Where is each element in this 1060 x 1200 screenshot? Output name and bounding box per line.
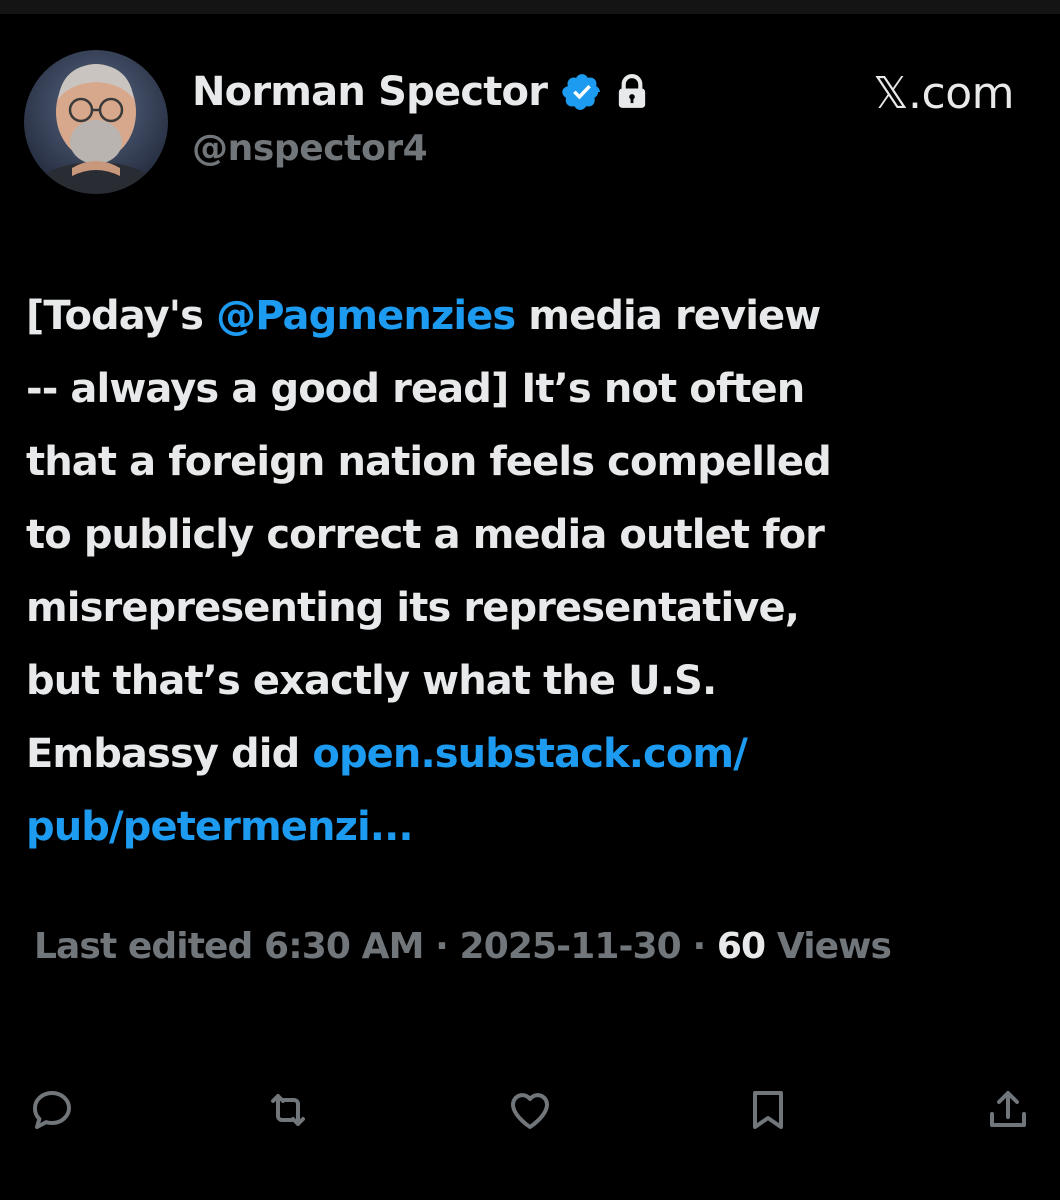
tweet-text-line: misrepresenting its representative,: [26, 572, 1026, 645]
like-button[interactable]: [498, 1080, 562, 1144]
tweet-text-segment: -- always a good read] It’s not often: [26, 366, 805, 412]
reply-button[interactable]: [20, 1080, 84, 1144]
top-strip: [0, 0, 1060, 14]
tweet-text-segment: Embassy did: [26, 731, 313, 777]
mention-link[interactable]: @Pagmenzies: [216, 293, 516, 339]
tweet-text-segment: that a foreign nation feels compelled: [26, 439, 832, 485]
tweet-text-line: but that’s exactly what the U.S.: [26, 645, 1026, 718]
tweet-text: [Today's @Pagmenzies media review -- alwa…: [26, 280, 1026, 864]
tweet-text-segment: to publicly correct a media outlet for: [26, 512, 825, 558]
tweet-text-line: Embassy did open.substack.com/: [26, 718, 1026, 791]
url-link[interactable]: open.substack.com/: [312, 731, 747, 777]
avatar[interactable]: [24, 50, 168, 194]
tweet-text-segment: misrepresenting its representative,: [26, 585, 800, 631]
like-icon: [506, 1086, 554, 1138]
reply-icon: [28, 1086, 76, 1138]
tweet-text-line: to publicly correct a media outlet for: [26, 499, 1026, 572]
tweet-text-line: that a foreign nation feels compelled: [26, 426, 1026, 499]
repost-button[interactable]: [256, 1080, 320, 1144]
edited-timestamp[interactable]: Last edited 6:30 AM · 2025-11-30: [34, 926, 682, 967]
name-row: Norman Spector: [192, 66, 649, 118]
tweet-meta: Last edited 6:30 AM · 2025-11-30 · 60 Vi…: [34, 926, 892, 967]
display-name[interactable]: Norman Spector: [192, 69, 548, 115]
bookmark-icon: [744, 1086, 792, 1138]
repost-icon: [264, 1086, 312, 1138]
url-link[interactable]: pub/petermenzi...: [26, 804, 414, 850]
share-button[interactable]: [976, 1080, 1040, 1144]
tweet-text-segment: media review: [515, 293, 821, 339]
tweet-text-line: pub/petermenzi...: [26, 791, 1026, 864]
action-bar: [0, 1080, 1060, 1150]
tweet-text-segment: but that’s exactly what the U.S.: [26, 658, 717, 704]
user-handle[interactable]: @nspector4: [192, 128, 649, 169]
meta-separator: ·: [680, 926, 706, 967]
views-count: 60: [716, 926, 766, 967]
site-label: 𝕏.com: [873, 68, 1014, 119]
tweet-text-line: -- always a good read] It’s not often: [26, 353, 1026, 426]
tweet-text-line: [Today's @Pagmenzies media review: [26, 280, 1026, 353]
views-label: Views: [776, 926, 892, 967]
tweet-text-segment: [Today's: [26, 293, 217, 339]
bookmark-button[interactable]: [736, 1080, 800, 1144]
lock-icon: [615, 74, 649, 110]
user-block: Norman Spector @nspector4: [192, 66, 649, 169]
verified-badge-icon: [561, 71, 603, 113]
share-icon: [984, 1086, 1032, 1138]
